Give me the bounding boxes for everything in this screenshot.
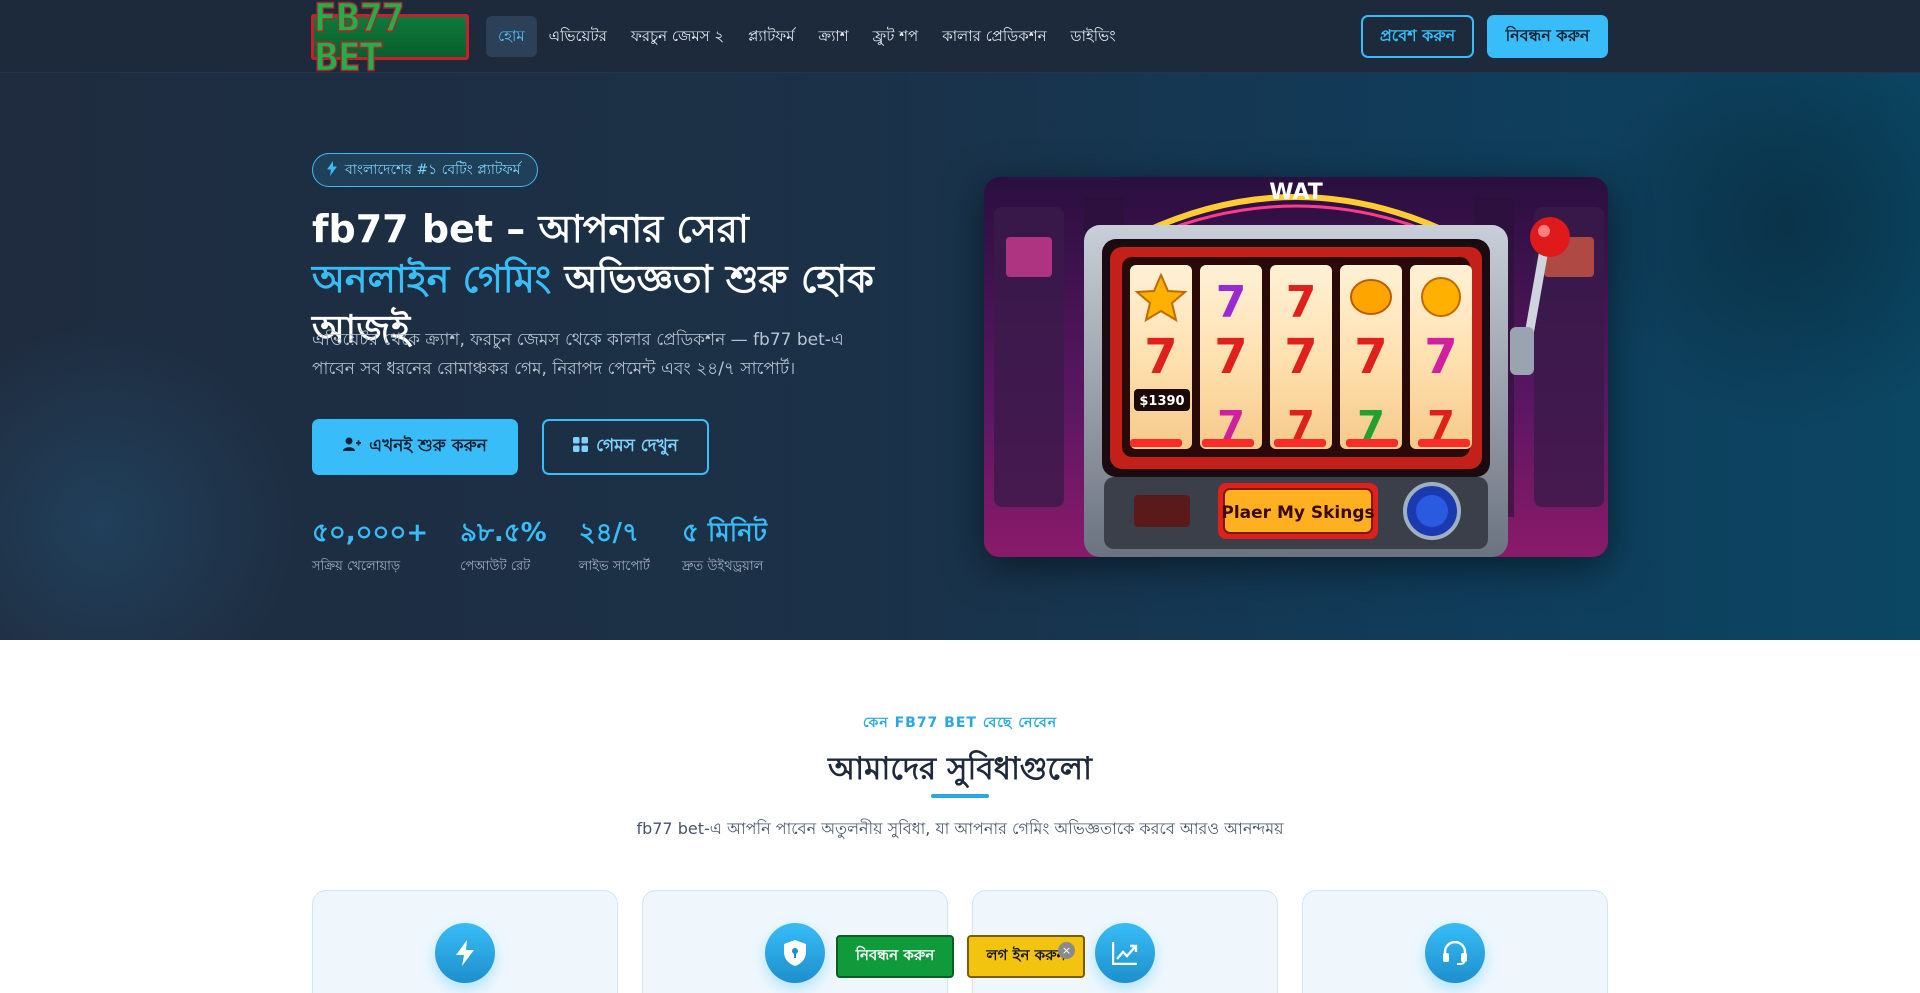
main-menu: হোম এভিয়েটর ফরচুন জেমস ২ প্ল্যাটফর্ম ক্…	[486, 16, 1128, 57]
lightning-icon	[327, 160, 337, 180]
view-games-button[interactable]: গেমস দেখুন	[542, 419, 709, 475]
start-now-button[interactable]: এখনই শুরু করুন	[312, 419, 518, 475]
svg-text:7: 7	[1216, 277, 1247, 328]
nav-item-aviator[interactable]: এভিয়েটর	[537, 16, 619, 57]
stat-value: ৫ মিনিট	[682, 518, 767, 548]
svg-text:7: 7	[1144, 329, 1177, 385]
svg-text:7: 7	[1284, 329, 1317, 385]
view-games-label: গেমস দেখুন	[596, 436, 678, 456]
register-button[interactable]: নিবন্ধন করুন	[1487, 15, 1608, 58]
svg-text:7: 7	[1214, 329, 1247, 385]
lightning-icon	[435, 923, 495, 983]
stat-value: ৯৮.৫%	[460, 518, 547, 548]
hero-subtitle: এভিয়েটর থেকে ক্র্যাশ, ফরচুন জেমস থেকে ক…	[312, 330, 844, 379]
grid-icon	[573, 437, 589, 457]
brand-logo[interactable]: FB77 BET	[311, 0, 469, 77]
slot-reels: 7 7 7 7 7 7 7 7 7 7 7	[1130, 265, 1472, 449]
feature-card-speed	[312, 890, 618, 993]
nav-item-crash[interactable]: ক্র্যাশ	[807, 16, 861, 57]
hero-badge-text: বাংলাদেশের #১ বেটিং প্ল্যাটফর্ম	[345, 162, 521, 178]
brand-logo-text: FB77 BET	[313, 0, 405, 81]
slot-machine-image: WAT 7 7 7 7 7 7 7 7 7 7 7 $1390 Plaer My…	[984, 177, 1608, 557]
hero-section	[0, 73, 1920, 640]
start-now-label: এখনই শুরু করুন	[369, 436, 487, 456]
features-subtitle: fb77 bet-এ আপনি পাবেন অতুলনীয় সুবিধা, য…	[636, 819, 1284, 838]
slot-credit: $1390	[1139, 394, 1184, 409]
nav-item-platform[interactable]: প্ল্যাটফর্ম	[736, 16, 806, 57]
slot-play-label: Plaer My Skings	[1221, 503, 1374, 523]
shield-icon	[765, 923, 825, 983]
stat-label: পেআউট রেট	[460, 559, 531, 574]
hero-badge: বাংলাদেশের #১ বেটিং প্ল্যাটফর্ম	[312, 153, 538, 187]
slot-top-sign: WAT	[1269, 180, 1323, 205]
floating-register-button[interactable]: নিবন্ধন করুন	[836, 935, 954, 978]
hero-title-part1: fb77 bet – আপনার সেরা	[312, 207, 749, 251]
stat-active-players: ৫০,০০০+ সক্রিয় খেলোয়াড়	[312, 515, 428, 578]
features-kicker: কেন FB77 BET বেছে নেবেন	[862, 715, 1058, 731]
stat-value: ৫০,০০০+	[312, 518, 429, 548]
stat-label: লাইভ সাপোর্ট	[578, 559, 650, 574]
headset-icon	[1425, 923, 1485, 983]
chart-up-icon	[1095, 923, 1155, 983]
add-user-icon	[343, 437, 362, 457]
stat-value: ২৪/৭	[578, 518, 639, 548]
hero-title-highlight: অনলাইন গেমিং	[312, 257, 552, 301]
svg-text:7: 7	[1286, 277, 1317, 328]
top-navbar: FB77 BET হোম এভিয়েটর ফরচুন জেমস ২ প্ল্য…	[0, 0, 1920, 77]
login-button[interactable]: প্রবেশ করুন	[1361, 15, 1474, 58]
stat-live-support: ২৪/৭ লাইভ সাপোর্ট	[579, 515, 650, 578]
nav-item-fruit-shop[interactable]: ফ্রুট শপ	[861, 16, 931, 57]
stat-fast-withdrawal: ৫ মিনিট দ্রুত উইথড্রয়াল	[682, 515, 767, 578]
nav-item-color-prediction[interactable]: কালার প্রেডিকশন	[930, 16, 1058, 57]
feature-card-support	[1302, 890, 1608, 993]
nav-item-diving[interactable]: ডাইভিং	[1059, 16, 1128, 57]
stat-label: দ্রুত উইথড্রয়াল	[682, 559, 764, 574]
hero-stats: ৫০,০০০+ সক্রিয় খেলোয়াড় ৯৮.৫% পেআউট রে…	[312, 515, 767, 578]
features-title-underline	[931, 794, 989, 798]
nav-item-fortune-gems-2[interactable]: ফরচুন জেমস ২	[619, 16, 736, 57]
stat-payout-rate: ৯৮.৫% পেআউট রেট	[460, 515, 547, 578]
stat-label: সক্রিয় খেলোয়াড়	[312, 559, 401, 574]
features-title: আমাদের সুবিধাগুলো	[828, 751, 1092, 787]
svg-text:7: 7	[1424, 329, 1457, 385]
nav-item-home[interactable]: হোম	[486, 16, 537, 57]
close-icon[interactable]: ×	[1058, 942, 1075, 959]
svg-text:7: 7	[1354, 329, 1387, 385]
